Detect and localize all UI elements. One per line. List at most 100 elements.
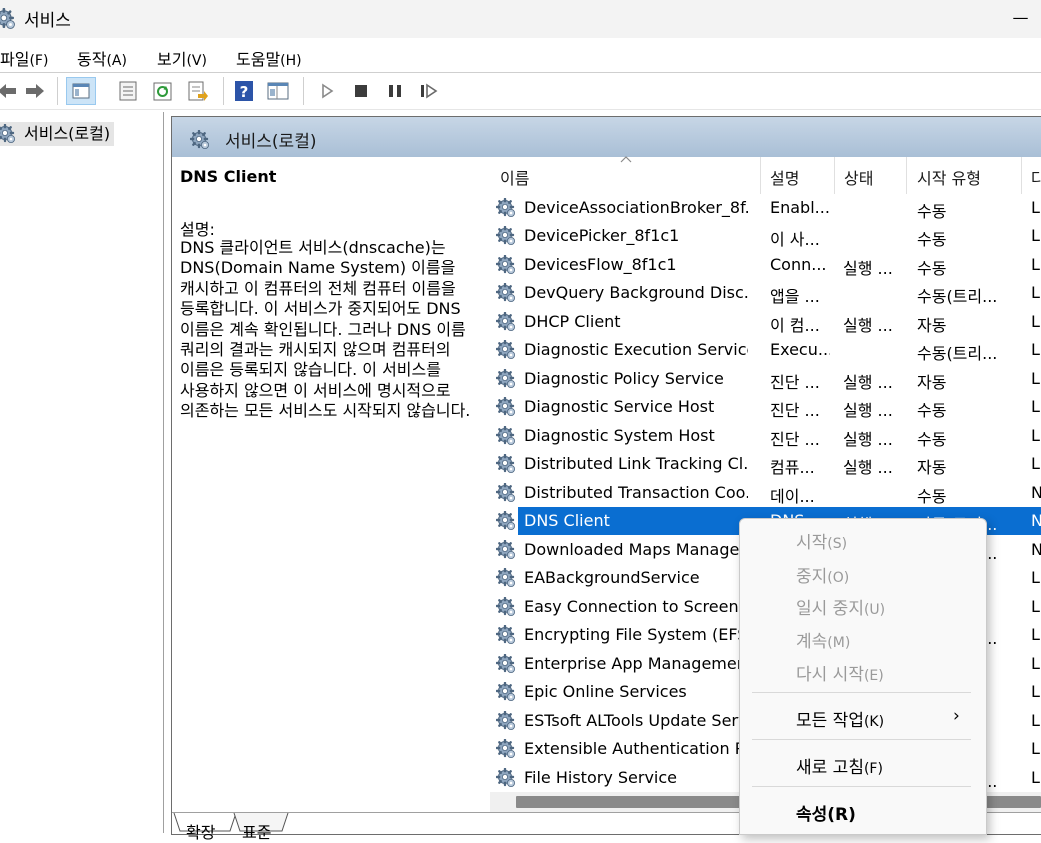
menu-view[interactable]: 보기(V) bbox=[157, 46, 207, 70]
tab-standard[interactable]: 표준 bbox=[242, 819, 271, 843]
service-logon: L bbox=[1031, 739, 1040, 758]
table-row[interactable]: Distributed Link Tracking Cl... 컴퓨... 실행 .… bbox=[490, 450, 1041, 478]
service-gear-icon bbox=[496, 283, 516, 303]
service-name: Enterprise App Management bbox=[524, 654, 748, 673]
service-description: 컴퓨... bbox=[770, 458, 815, 477]
table-row[interactable]: Diagnostic Service Host 진단 ... 실행 ... 수동 L bbox=[490, 393, 1041, 421]
menu-item-pause[interactable]: 일시 중지(U) bbox=[796, 594, 885, 619]
service-gear-icon bbox=[496, 739, 516, 759]
service-name: DevicePicker_8f1c1 bbox=[524, 226, 680, 245]
service-logon: L bbox=[1031, 198, 1040, 217]
service-description: 데이... bbox=[770, 487, 815, 506]
service-logon: L bbox=[1031, 226, 1040, 245]
help-icon[interactable]: ? bbox=[233, 80, 255, 102]
service-startup-type: 자동 bbox=[917, 316, 947, 335]
service-startup-type: 수동 bbox=[917, 230, 947, 249]
menu-item-stop[interactable]: 중지(O) bbox=[796, 562, 849, 587]
services-gear-icon bbox=[190, 130, 210, 150]
column-divider[interactable] bbox=[760, 157, 761, 194]
menu-item-properties[interactable]: 속성(R) bbox=[796, 800, 856, 825]
menu-item-start[interactable]: 시작(S) bbox=[796, 528, 847, 553]
table-row[interactable]: Diagnostic Execution Service Execu... 수동(트… bbox=[490, 336, 1041, 364]
column-header-logon[interactable]: 다 bbox=[1031, 165, 1041, 189]
menu-item-refresh[interactable]: 새로 고침(F) bbox=[796, 753, 883, 778]
service-name: Diagnostic Policy Service bbox=[524, 369, 724, 388]
refresh-icon[interactable] bbox=[152, 80, 174, 102]
menu-separator bbox=[752, 692, 971, 693]
service-startup-type: 수동(트리... bbox=[917, 344, 998, 363]
service-gear-icon bbox=[496, 426, 516, 446]
menu-item-all-tasks[interactable]: 모든 작업(K) bbox=[796, 706, 884, 731]
service-name: ESTsoft ALTools Update Service bbox=[524, 711, 748, 730]
service-name: DeviceAssociationBroker_8f... bbox=[524, 198, 748, 217]
forward-icon[interactable] bbox=[24, 80, 46, 102]
column-header-startup-type[interactable]: 시작 유형 bbox=[917, 165, 981, 189]
table-row[interactable]: DevicesFlow_8f1c1 Conn... 실행 ... 수동 L bbox=[490, 251, 1041, 279]
service-gear-icon bbox=[496, 682, 516, 702]
service-status: 실행 ... bbox=[843, 458, 893, 477]
service-name: Diagnostic System Host bbox=[524, 426, 715, 445]
services-gear-icon bbox=[0, 124, 16, 144]
service-name: Encrypting File System (EFS) bbox=[524, 625, 748, 644]
back-icon[interactable] bbox=[0, 80, 18, 102]
pause-service-icon[interactable] bbox=[384, 80, 406, 102]
menu-help[interactable]: 도움말(H) bbox=[236, 46, 302, 70]
export-list-icon[interactable] bbox=[187, 80, 209, 102]
column-header-status[interactable]: 상태 bbox=[844, 165, 873, 189]
service-name: Diagnostic Service Host bbox=[524, 397, 715, 416]
service-gear-icon bbox=[496, 597, 516, 617]
service-startup-type: 수동 bbox=[917, 259, 947, 278]
service-gear-icon bbox=[496, 540, 516, 560]
menu-item-restart[interactable]: 다시 시작(E) bbox=[796, 660, 884, 685]
table-row[interactable]: DHCP Client 이 컴... 실행 ... 자동 L bbox=[490, 308, 1041, 336]
service-name: Diagnostic Execution Service bbox=[524, 340, 748, 359]
service-name: DevQuery Background Disc... bbox=[524, 283, 748, 302]
table-row[interactable]: Diagnostic Policy Service 진단 ... 실행 ... 자동 L bbox=[490, 365, 1041, 393]
console-tree-toggle[interactable] bbox=[66, 77, 96, 105]
column-header-description[interactable]: 설명 bbox=[770, 165, 799, 189]
service-gear-icon bbox=[496, 511, 516, 531]
column-divider[interactable] bbox=[906, 157, 907, 194]
service-startup-type: 자동 bbox=[917, 373, 947, 392]
service-gear-icon bbox=[496, 369, 516, 389]
tree-item-services-local[interactable]: 서비스(로컬) bbox=[0, 122, 115, 146]
toolbar: ? bbox=[0, 73, 1041, 110]
service-logon: L bbox=[1031, 682, 1040, 701]
service-logon: N bbox=[1031, 511, 1041, 530]
title-bar: 서비스 — bbox=[0, 0, 1041, 38]
menu-separator bbox=[752, 786, 971, 787]
details-view-icon[interactable] bbox=[267, 80, 289, 102]
tab-extended[interactable]: 확장 bbox=[186, 819, 215, 843]
menu-file[interactable]: 파일(F) bbox=[0, 46, 48, 70]
tree-item-label: 서비스(로컬) bbox=[24, 124, 111, 143]
properties-icon[interactable] bbox=[117, 80, 139, 102]
menu-action[interactable]: 동작(A) bbox=[77, 46, 127, 70]
table-row[interactable]: DevicePicker_8f1c1 이 사... 수동 L bbox=[490, 222, 1041, 250]
service-description: Enabl... bbox=[770, 198, 830, 217]
service-description: 진단 ... bbox=[770, 430, 820, 449]
service-logon: L bbox=[1031, 454, 1040, 473]
svg-text:?: ? bbox=[240, 83, 249, 101]
description-label: 설명: bbox=[180, 220, 215, 239]
service-status: 실행 ... bbox=[843, 259, 893, 278]
column-header-name[interactable]: 이름 bbox=[500, 165, 529, 189]
column-divider[interactable] bbox=[834, 157, 835, 194]
service-name: EABackgroundService bbox=[524, 568, 700, 587]
start-service-icon[interactable] bbox=[316, 80, 338, 102]
service-gear-icon bbox=[496, 397, 516, 417]
table-row[interactable]: DevQuery Background Disc... 앱을 ... 수동(트리..… bbox=[490, 279, 1041, 307]
service-startup-type: 수동 bbox=[917, 487, 947, 506]
column-divider[interactable] bbox=[1021, 157, 1022, 194]
service-startup-type: 수동 bbox=[917, 430, 947, 449]
minimize-button[interactable]: — bbox=[1000, 0, 1041, 34]
table-row[interactable]: DeviceAssociationBroker_8f... Enabl... 수동 L bbox=[490, 194, 1041, 222]
service-name: Distributed Transaction Coo... bbox=[524, 483, 748, 502]
table-row[interactable]: Diagnostic System Host 진단 ... 실행 ... 수동 L bbox=[490, 422, 1041, 450]
service-status: 실행 ... bbox=[843, 373, 893, 392]
service-name: File History Service bbox=[524, 768, 677, 787]
restart-service-icon[interactable] bbox=[418, 80, 440, 102]
service-gear-icon bbox=[496, 768, 516, 788]
stop-service-icon[interactable] bbox=[350, 80, 372, 102]
menu-item-resume[interactable]: 계속(M) bbox=[796, 627, 850, 652]
table-row[interactable]: Distributed Transaction Coo... 데이... 수동 N bbox=[490, 479, 1041, 507]
